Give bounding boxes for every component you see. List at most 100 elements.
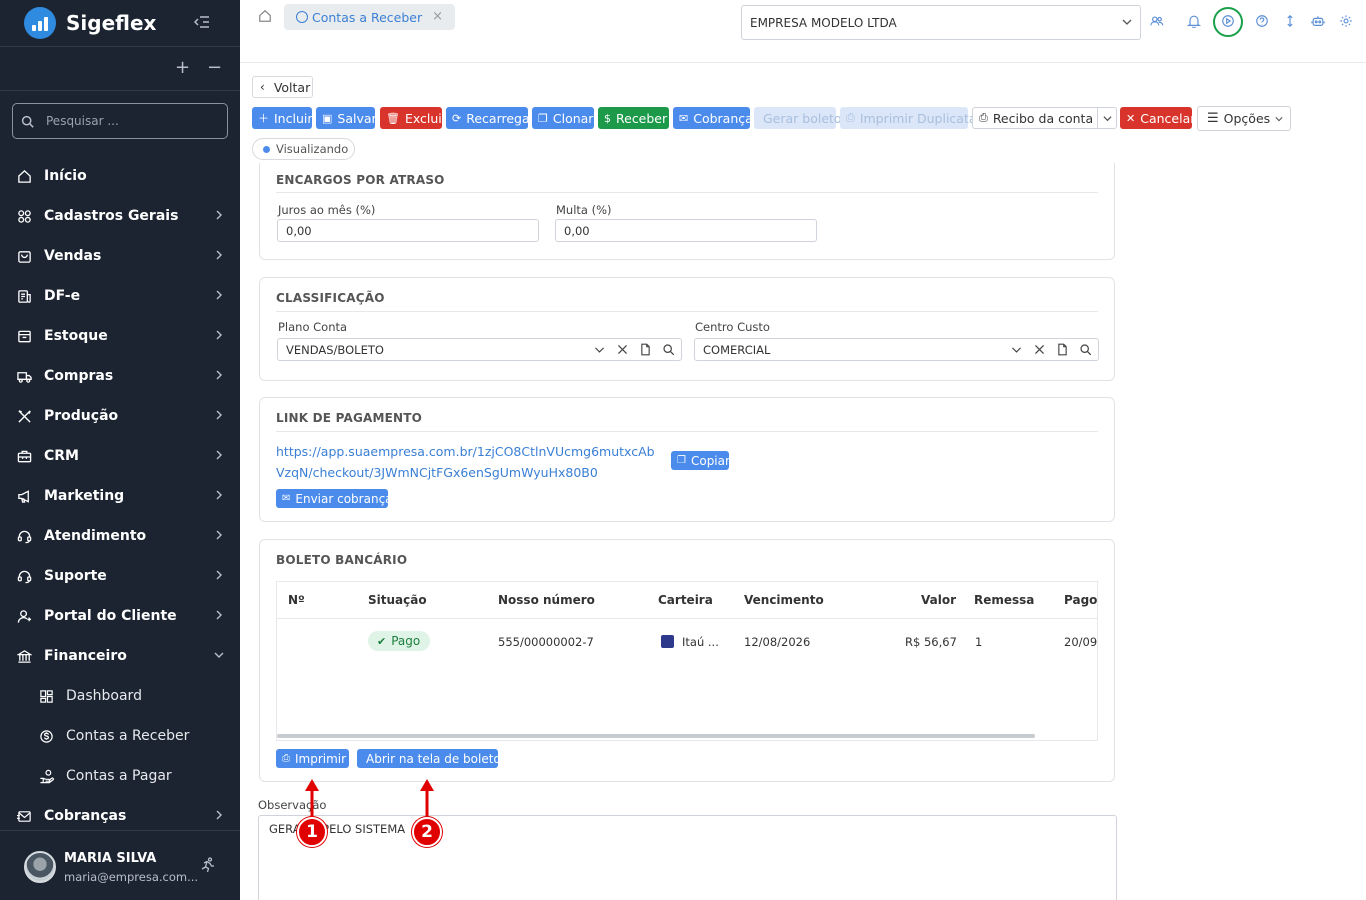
sidebar-subitem-label: Contas a Pagar bbox=[66, 768, 172, 784]
incluir-button[interactable]: ＋ Incluir bbox=[252, 107, 313, 129]
chevron-right-icon bbox=[216, 810, 222, 820]
sidebar-item-financeiro[interactable]: Financeiro bbox=[0, 636, 240, 676]
file-icon[interactable] bbox=[639, 343, 652, 356]
recibo-dropdown-toggle[interactable] bbox=[1097, 108, 1117, 128]
collapse-sidebar-icon[interactable] bbox=[194, 14, 210, 30]
clear-icon[interactable] bbox=[1033, 343, 1046, 356]
divider bbox=[277, 618, 1097, 619]
sidebar-item-atendimento[interactable]: Atendimento bbox=[0, 516, 240, 556]
expand-all-button[interactable]: + bbox=[175, 57, 190, 78]
excluir-button[interactable]: 🗑 Excluir bbox=[380, 107, 447, 129]
main-content: ‹ Voltar ＋ Incluir ▣ Salvar 🗑 Excluir ⟳ Reca… bbox=[240, 63, 1366, 900]
multa-input[interactable]: 0,00 bbox=[555, 219, 817, 242]
sidebar-item-suporte[interactable]: Suporte bbox=[0, 556, 240, 596]
chevron-left-icon: ‹ bbox=[260, 80, 265, 94]
play-circle-icon[interactable] bbox=[1221, 14, 1235, 28]
clonar-label: Clonar bbox=[552, 110, 594, 126]
gear-icon[interactable] bbox=[1339, 14, 1353, 28]
chevron-down-icon[interactable] bbox=[593, 343, 606, 356]
user-profile[interactable]: MARIA SILVA maria@empresa.com... bbox=[0, 830, 240, 900]
users-icon[interactable] bbox=[1150, 14, 1164, 28]
sidebar-item-label: Marketing bbox=[44, 488, 125, 504]
search-icon[interactable] bbox=[662, 343, 675, 356]
search-icon[interactable] bbox=[1079, 343, 1092, 356]
plano-conta-select[interactable]: VENDAS/BOLETO bbox=[277, 338, 682, 361]
chevron-down-icon[interactable] bbox=[1010, 343, 1023, 356]
column-header[interactable]: Valor bbox=[921, 593, 956, 607]
dollar-circle-icon: $ bbox=[604, 111, 611, 125]
observacao-textarea[interactable]: GERADO PELO SISTEMA bbox=[258, 815, 1117, 900]
sidebar-item-dfe[interactable]: DF-e bbox=[0, 276, 240, 316]
back-button[interactable]: ‹ Voltar bbox=[252, 76, 313, 98]
sidebar-item-compras[interactable]: Compras bbox=[0, 356, 240, 396]
copiar-button[interactable]: ❐ Copiar bbox=[671, 451, 730, 470]
help-icon[interactable] bbox=[1255, 14, 1269, 28]
resize-vertical-icon[interactable] bbox=[1283, 14, 1297, 28]
clonar-button[interactable]: ❐ Clonar bbox=[532, 107, 594, 129]
chevron-right-icon bbox=[216, 610, 222, 620]
centro-custo-select[interactable]: COMERCIAL bbox=[694, 338, 1099, 361]
sidebar-subitem-contas-a-receber[interactable]: Contas a Receber bbox=[0, 716, 240, 756]
bell-icon[interactable] bbox=[1187, 14, 1201, 28]
status-dot-icon bbox=[263, 145, 270, 153]
sidebar: Sigeflex + − Pesquisar ... Início Cadast… bbox=[0, 0, 240, 900]
salvar-button[interactable]: ▣ Salvar bbox=[316, 107, 377, 129]
horizontal-scrollbar[interactable] bbox=[277, 734, 1035, 738]
headset-icon bbox=[17, 530, 31, 543]
recarrega-button[interactable]: ⟳ Recarrega bbox=[446, 107, 530, 129]
tab-label: Contas a Receber bbox=[312, 9, 423, 25]
imprimir-duplicata-button[interactable]: ⎙ Imprimir Duplicata bbox=[840, 107, 977, 129]
bank-logo-icon bbox=[661, 635, 674, 648]
column-header[interactable]: Remessa bbox=[974, 593, 1034, 607]
receber-button[interactable]: $ Receber bbox=[598, 107, 669, 129]
imprimir-button[interactable]: ⎙ Imprimir bbox=[276, 749, 349, 768]
sidebar-item-cadastros-gerais[interactable]: Cadastros Gerais bbox=[0, 196, 240, 236]
briefcase-icon bbox=[17, 450, 31, 462]
clear-icon[interactable] bbox=[616, 343, 629, 356]
sidebar-item-label: Estoque bbox=[44, 328, 108, 344]
cell-remessa: 1 bbox=[975, 635, 983, 649]
divider bbox=[276, 192, 1098, 193]
sidebar-item-crm[interactable]: CRM bbox=[0, 436, 240, 476]
opcoes-button[interactable]: ☰ Opções bbox=[1197, 106, 1291, 131]
status-badge-label: Pago bbox=[391, 634, 421, 648]
sidebar-item-portal-do-cliente[interactable]: Portal do Cliente bbox=[0, 596, 240, 636]
close-icon[interactable]: × bbox=[432, 9, 443, 24]
sidebar-item-inicio[interactable]: Início bbox=[0, 156, 240, 196]
column-header[interactable]: Pago e bbox=[1064, 593, 1097, 607]
company-select[interactable]: EMPRESA MODELO LTDA bbox=[741, 5, 1141, 40]
cobranca-button[interactable]: ✉ Cobrança bbox=[673, 107, 753, 129]
recibo-button[interactable]: ⎙ Recibo da conta bbox=[972, 107, 1117, 129]
file-icon[interactable] bbox=[1056, 343, 1069, 356]
cancelar-button[interactable]: ✕ Cancelar bbox=[1120, 107, 1195, 129]
payment-link[interactable]: https://app.suaempresa.com.br/1zjCO8Ctln… bbox=[276, 441, 656, 483]
column-header[interactable]: Nosso número bbox=[498, 593, 595, 607]
column-header[interactable]: Nº bbox=[288, 593, 305, 607]
sidebar-item-estoque[interactable]: Estoque bbox=[0, 316, 240, 356]
sidebar-nav: Início Cadastros Gerais Vendas DF-e Esto… bbox=[0, 156, 240, 836]
sidebar-item-vendas[interactable]: Vendas bbox=[0, 236, 240, 276]
search-input[interactable]: Pesquisar ... bbox=[12, 103, 228, 139]
sidebar-subitem-label: Dashboard bbox=[66, 688, 142, 704]
copy-icon: ❐ bbox=[677, 455, 686, 466]
sidebar-item-label: Cadastros Gerais bbox=[44, 208, 179, 224]
robot-icon[interactable] bbox=[1311, 14, 1325, 28]
abrir-tela-boletos-button[interactable]: Abrir na tela de boletos bbox=[357, 749, 507, 768]
collapse-all-button[interactable]: − bbox=[207, 57, 222, 78]
sidebar-item-producao[interactable]: Produção bbox=[0, 396, 240, 436]
column-header[interactable]: Vencimento bbox=[744, 593, 824, 607]
chevron-down-icon bbox=[1103, 115, 1112, 121]
column-header[interactable]: Carteira bbox=[658, 593, 713, 607]
tab-contas-a-receber[interactable]: Contas a Receber × bbox=[284, 4, 455, 30]
column-header[interactable]: Situação bbox=[368, 593, 427, 607]
sidebar-subitem-contas-a-pagar[interactable]: Contas a Pagar bbox=[0, 756, 240, 796]
home-icon[interactable] bbox=[258, 9, 272, 23]
sidebar-item-marketing[interactable]: Marketing bbox=[0, 476, 240, 516]
sidebar-subitem-dashboard[interactable]: Dashboard bbox=[0, 676, 240, 716]
chevron-right-icon bbox=[216, 330, 222, 340]
logout-runner-icon[interactable] bbox=[200, 857, 216, 873]
juros-input[interactable]: 0,00 bbox=[277, 219, 539, 242]
status-badge: ✔ Pago bbox=[368, 631, 430, 651]
enviar-cobranca-button[interactable]: ✉ Enviar cobrança bbox=[276, 489, 393, 508]
gerar-boleto-button[interactable]: Gerar boleto bbox=[754, 107, 842, 129]
